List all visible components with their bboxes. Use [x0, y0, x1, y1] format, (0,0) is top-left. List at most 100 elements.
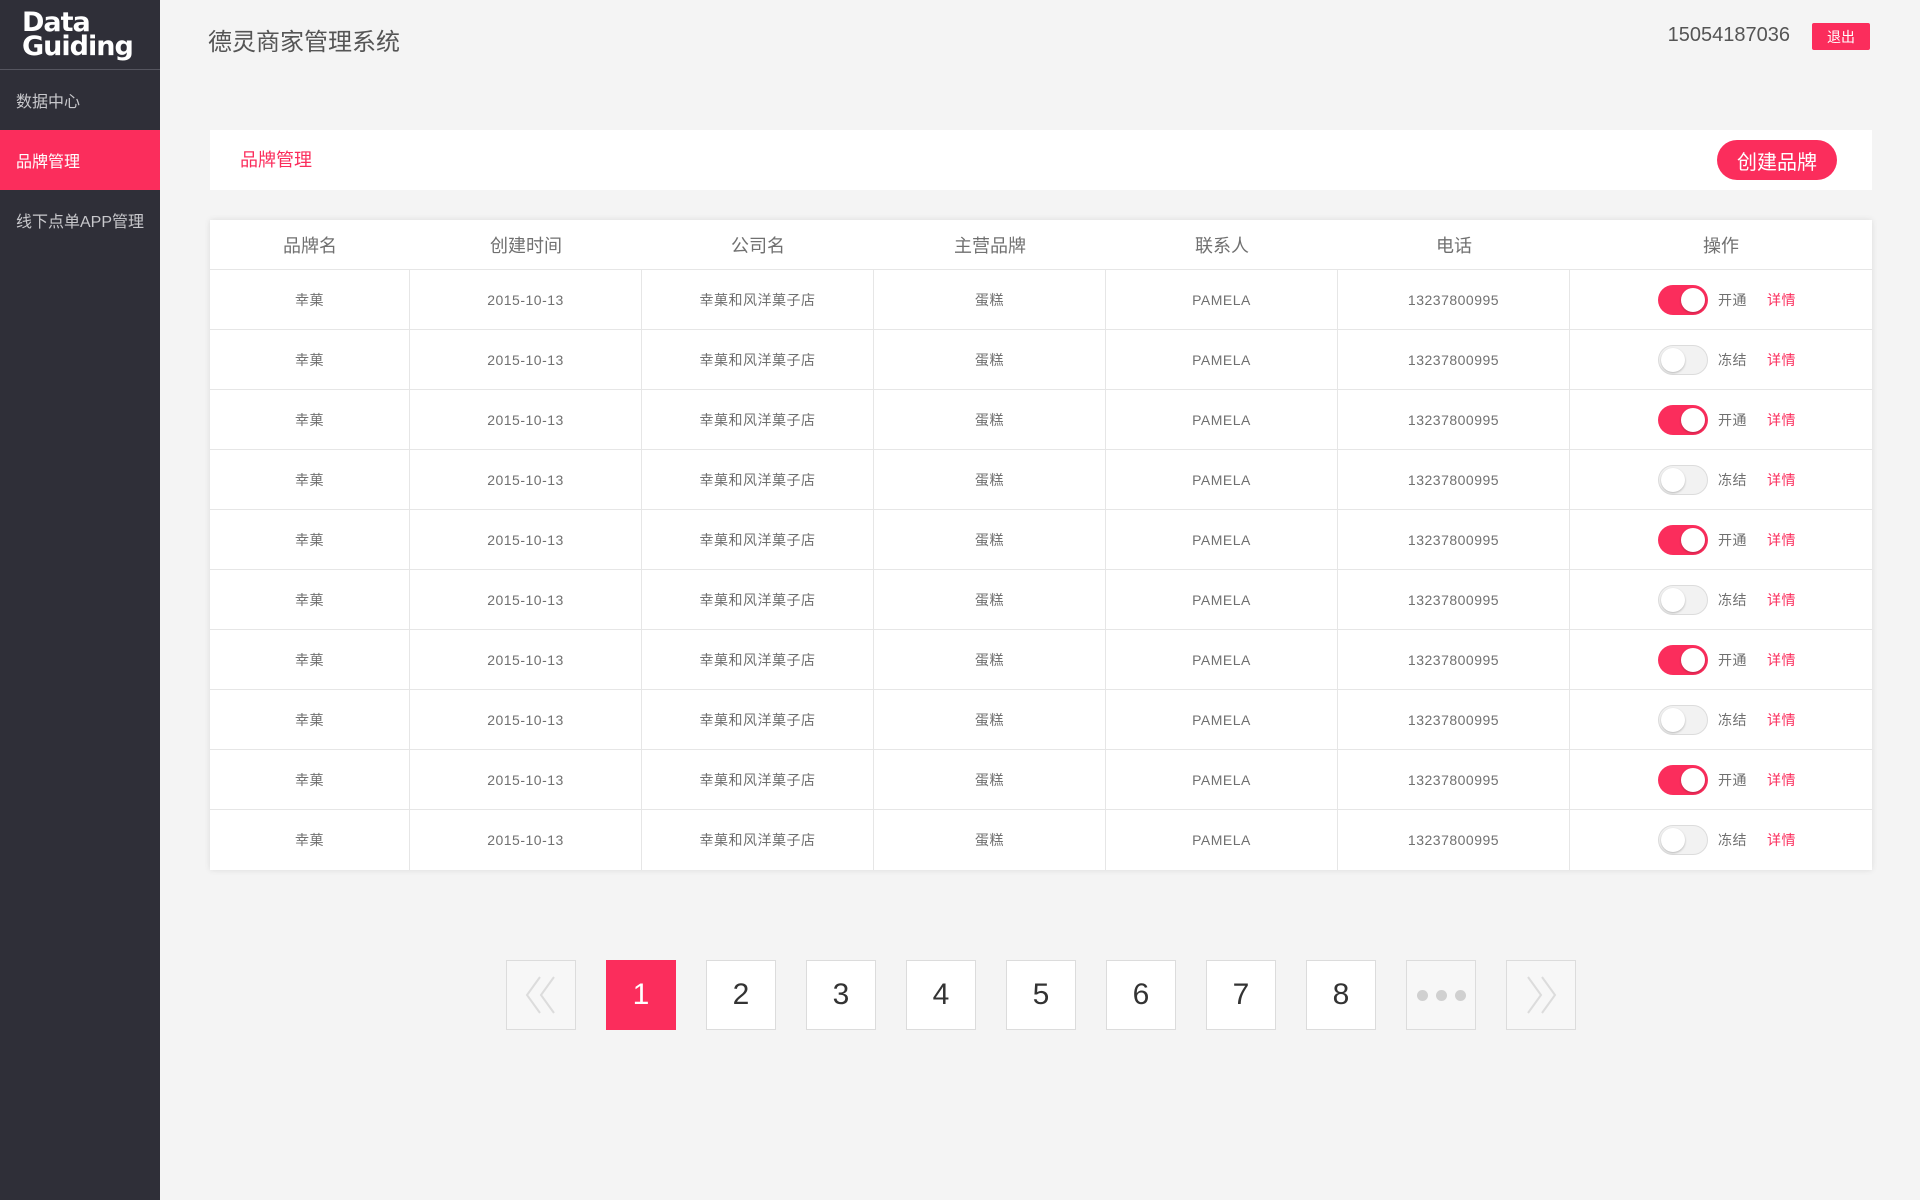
page-number-list: 12345678 — [606, 960, 1406, 1030]
logo[interactable]: Data Guiding — [0, 0, 160, 70]
cell-actions: 冻结 详情 — [1570, 690, 1872, 749]
app-title: 德灵商家管理系统 — [208, 29, 400, 56]
cell-brand: 幸菓 — [210, 810, 410, 870]
table-row: 幸菓 2015-10-13 幸菓和风洋菓子店 蛋糕 PAMELA 13237800995 冻… — [210, 570, 1872, 630]
table-header: 品牌名 创建时间 公司名 主营品牌 联系人 电话 操作 — [210, 220, 1872, 270]
toggle-knob — [1681, 407, 1705, 432]
cell-contact: PAMELA — [1106, 690, 1338, 749]
toggle-knob — [1681, 287, 1705, 312]
page-button-2[interactable]: 2 — [706, 960, 776, 1030]
page-button-8[interactable]: 8 — [1306, 960, 1376, 1030]
cell-main-brand: 蛋糕 — [874, 750, 1106, 809]
ellipsis-dot — [1416, 989, 1428, 1001]
table-row: 幸菓 2015-10-13 幸菓和风洋菓子店 蛋糕 PAMELA 13237800995 开… — [210, 630, 1872, 690]
double-chevron-right-icon — [1527, 976, 1557, 1014]
page-button-1[interactable]: 1 — [606, 960, 676, 1030]
detail-link[interactable]: 详情 — [1767, 710, 1796, 730]
toggle-knob — [1681, 527, 1705, 552]
status-toggle[interactable] — [1658, 764, 1708, 795]
logout-button[interactable]: 退出 — [1812, 23, 1870, 50]
cell-created: 2015-10-13 — [410, 510, 642, 569]
cell-contact: PAMELA — [1106, 330, 1338, 389]
cell-contact: PAMELA — [1106, 630, 1338, 689]
table-row: 幸菓 2015-10-13 幸菓和风洋菓子店 蛋糕 PAMELA 13237800995 开… — [210, 270, 1872, 330]
cell-actions: 冻结 详情 — [1570, 810, 1872, 870]
cell-created: 2015-10-13 — [410, 450, 642, 509]
page-button-5[interactable]: 5 — [1006, 960, 1076, 1030]
cell-created: 2015-10-13 — [410, 630, 642, 689]
detail-link[interactable]: 详情 — [1767, 650, 1796, 670]
pagination: 12345678 — [506, 960, 1606, 1030]
more-pages-button[interactable] — [1406, 960, 1476, 1030]
prev-page-button[interactable] — [506, 960, 576, 1030]
cell-brand: 幸菓 — [210, 750, 410, 809]
cell-created: 2015-10-13 — [410, 270, 642, 329]
logo-line-2: Guiding — [22, 30, 134, 62]
sidebar-item-label: 品牌管理 — [16, 154, 81, 171]
page-button-4[interactable]: 4 — [906, 960, 976, 1030]
cell-brand: 幸菓 — [210, 510, 410, 569]
create-brand-button[interactable]: 创建品牌 — [1717, 140, 1837, 180]
detail-link[interactable]: 详情 — [1767, 830, 1796, 850]
sidebar-item-data-center[interactable]: 数据中心 — [0, 70, 160, 130]
cell-company: 幸菓和风洋菓子店 — [642, 690, 874, 749]
status-toggle[interactable] — [1658, 825, 1708, 855]
cell-phone: 13237800995 — [1338, 750, 1570, 809]
status-toggle[interactable] — [1658, 524, 1708, 555]
table-row: 幸菓 2015-10-13 幸菓和风洋菓子店 蛋糕 PAMELA 13237800995 开… — [210, 510, 1872, 570]
detail-link[interactable]: 详情 — [1767, 470, 1796, 490]
cell-company: 幸菓和风洋菓子店 — [642, 630, 874, 689]
double-chevron-left-icon — [525, 976, 555, 1014]
cell-actions: 开通 详情 — [1570, 750, 1872, 809]
cell-company: 幸菓和风洋菓子店 — [642, 750, 874, 809]
cell-brand: 幸菓 — [210, 270, 410, 329]
cell-company: 幸菓和风洋菓子店 — [642, 570, 874, 629]
header: 德灵商家管理系统 15054187036 退出 — [160, 0, 1920, 70]
detail-link[interactable]: 详情 — [1767, 590, 1796, 610]
status-toggle[interactable] — [1658, 584, 1708, 615]
detail-link[interactable]: 详情 — [1767, 530, 1796, 550]
status-toggle[interactable] — [1658, 284, 1708, 315]
sidebar-item-offline-order-app[interactable]: 线下点单APP管理 — [0, 190, 160, 250]
cell-phone: 13237800995 — [1338, 570, 1570, 629]
cell-main-brand: 蛋糕 — [874, 270, 1106, 329]
page-button-7[interactable]: 7 — [1206, 960, 1276, 1030]
brand-table: 品牌名 创建时间 公司名 主营品牌 联系人 电话 操作 幸菓 2015-10-13… — [210, 220, 1872, 870]
status-label: 冻结 — [1718, 832, 1747, 848]
next-page-button[interactable] — [1506, 960, 1576, 1030]
cell-main-brand: 蛋糕 — [874, 690, 1106, 749]
cell-company: 幸菓和风洋菓子店 — [642, 450, 874, 509]
cell-phone: 13237800995 — [1338, 810, 1570, 870]
status-label: 开通 — [1718, 531, 1747, 548]
cell-phone: 13237800995 — [1338, 690, 1570, 749]
cell-created: 2015-10-13 — [410, 810, 642, 870]
status-toggle[interactable] — [1658, 704, 1708, 735]
status-toggle[interactable] — [1658, 344, 1708, 375]
cell-phone: 13237800995 — [1338, 630, 1570, 689]
table-row: 幸菓 2015-10-13 幸菓和风洋菓子店 蛋糕 PAMELA 13237800995 冻… — [210, 330, 1872, 390]
cell-phone: 13237800995 — [1338, 450, 1570, 509]
detail-link[interactable]: 详情 — [1767, 350, 1796, 370]
cell-brand: 幸菓 — [210, 330, 410, 389]
column-header-contact: 联系人 — [1195, 235, 1249, 256]
table-body: 幸菓 2015-10-13 幸菓和风洋菓子店 蛋糕 PAMELA 13237800995 开… — [210, 270, 1872, 870]
cell-created: 2015-10-13 — [410, 330, 642, 389]
cell-company: 幸菓和风洋菓子店 — [642, 270, 874, 329]
status-label: 冻结 — [1718, 471, 1747, 488]
sidebar-item-label: 数据中心 — [16, 94, 81, 111]
cell-main-brand: 蛋糕 — [874, 630, 1106, 689]
cell-brand: 幸菓 — [210, 690, 410, 749]
page-button-3[interactable]: 3 — [806, 960, 876, 1030]
cell-created: 2015-10-13 — [410, 390, 642, 449]
detail-link[interactable]: 详情 — [1767, 770, 1796, 790]
status-toggle[interactable] — [1658, 404, 1708, 435]
page-button-6[interactable]: 6 — [1106, 960, 1176, 1030]
status-toggle[interactable] — [1658, 644, 1708, 675]
detail-link[interactable]: 详情 — [1767, 290, 1796, 310]
cell-contact: PAMELA — [1106, 450, 1338, 509]
sidebar-item-brand-management[interactable]: 品牌管理 — [0, 130, 160, 190]
status-label: 冻结 — [1718, 591, 1747, 608]
detail-link[interactable]: 详情 — [1767, 410, 1796, 430]
status-label: 开通 — [1718, 411, 1747, 428]
status-toggle[interactable] — [1658, 464, 1708, 495]
